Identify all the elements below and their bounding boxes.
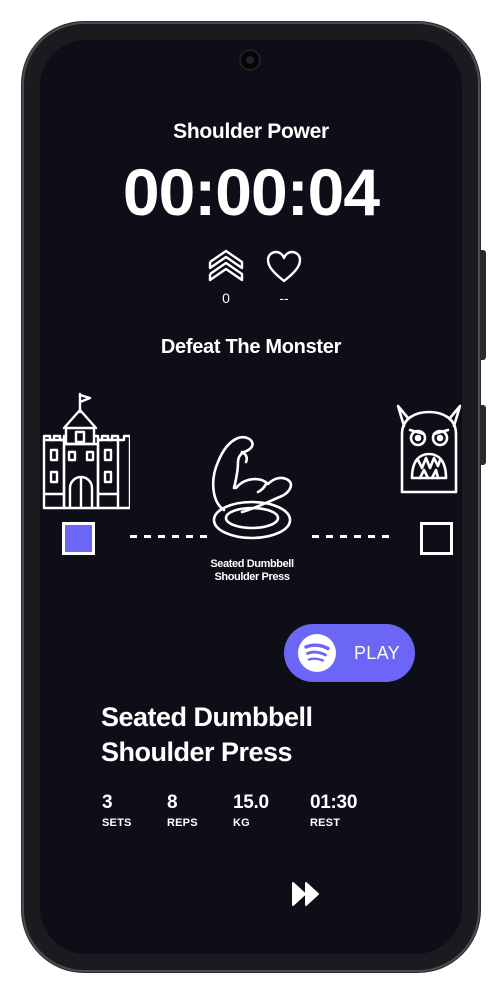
app-screen: Shoulder Power 00:00:04 0 -- Defeat The … — [40, 40, 462, 954]
workout-title: Shoulder Power — [173, 120, 329, 143]
reps-label: REPS — [167, 817, 198, 829]
skip-exercise-button[interactable] — [290, 880, 322, 908]
mission-title: Defeat The Monster — [160, 336, 342, 358]
castle-icon — [42, 392, 130, 510]
progress-end-marker — [420, 522, 453, 555]
spotify-icon — [298, 634, 336, 672]
sets-value: 3 — [102, 792, 113, 813]
play-label: PLAY — [354, 643, 400, 663]
front-camera — [241, 51, 259, 69]
spotify-play-button[interactable]: PLAY — [284, 624, 415, 682]
monster-icon — [396, 404, 462, 494]
weight-label: KG — [233, 817, 250, 829]
rest-label: REST — [310, 817, 341, 829]
rest-value: 01:30 — [310, 792, 358, 813]
caption-line-2: Shoulder Press — [214, 571, 290, 583]
level-value: 0 — [222, 290, 230, 306]
power-button — [480, 405, 486, 465]
caption-line-1: Seated Dumbbell — [210, 558, 294, 570]
progress-start-marker — [62, 522, 95, 555]
detail-rest: 01:30 REST — [310, 792, 357, 829]
detail-sets: 3 SETS — [102, 792, 132, 829]
detail-reps: 8 REPS — [167, 792, 198, 829]
chevrons-up-icon — [208, 249, 244, 282]
reps-value: 8 — [167, 792, 178, 813]
fast-forward-icon — [292, 882, 319, 906]
flexed-arm-icon — [211, 435, 293, 540]
exercise-name: Seated Dumbbell Shoulder Press — [101, 700, 421, 770]
exercise-name-line-1: Seated Dumbbell — [101, 702, 313, 732]
heart-icon — [266, 250, 302, 283]
sets-label: SETS — [102, 817, 132, 829]
heart-rate-value: -- — [279, 290, 289, 306]
weight-value: 15.0 — [233, 792, 269, 813]
detail-weight: 15.0 KG — [233, 792, 269, 829]
current-exercise-caption: Seated Dumbbell Shoulder Press — [190, 558, 314, 584]
volume-button — [480, 250, 486, 360]
workout-timer: 00:00:04 — [122, 155, 380, 229]
exercise-name-line-2: Shoulder Press — [101, 737, 293, 767]
